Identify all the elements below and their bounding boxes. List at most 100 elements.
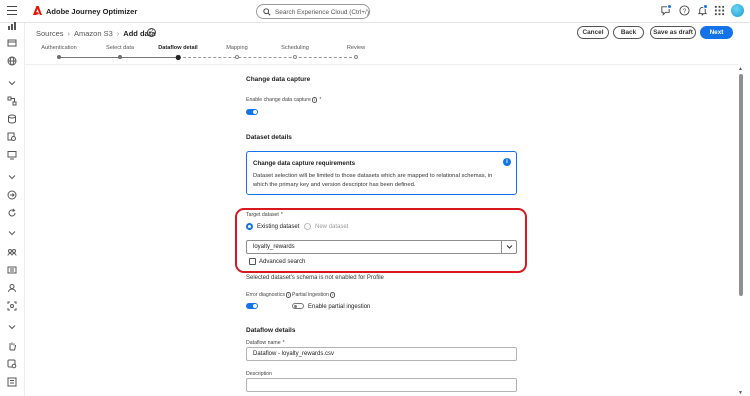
campaigns-icon[interactable] (7, 114, 17, 124)
required-icon: * (280, 212, 283, 218)
search-settings-icon[interactable] (7, 359, 17, 369)
step-dot-select-data (118, 55, 122, 59)
error-diagnostics-label-text: Error diagnostics (246, 292, 285, 299)
step-authentication[interactable]: Authentication (41, 45, 76, 51)
profiles-search-icon[interactable] (7, 132, 17, 142)
breadcrumb-sources[interactable]: Sources (36, 29, 64, 38)
chevron-down-icon[interactable] (7, 172, 17, 182)
save-as-draft-button[interactable]: Save as draft (650, 26, 696, 39)
chevron-down-icon (506, 245, 513, 249)
new-dataset-radio[interactable] (304, 223, 311, 230)
step-review: Review (346, 45, 366, 51)
advanced-search-text: Advanced search (259, 259, 306, 266)
step-dot-dataflow-detail (175, 55, 181, 60)
partial-ingestion-toggle[interactable] (292, 303, 304, 309)
step-scheduling: Scheduling (281, 45, 309, 51)
svg-text:?: ? (683, 8, 687, 15)
dataflow-name-label-text: Dataflow name (246, 340, 281, 346)
chevron-down-icon[interactable] (7, 322, 17, 332)
description-field[interactable] (246, 378, 517, 392)
identities-icon[interactable] (7, 301, 17, 311)
cdc-requirements-info-box: Change data capture requirements Dataset… (246, 151, 517, 195)
dataflow-name-value: Dataflow - loyalty_rewards.csv (253, 351, 335, 357)
schemas-icon[interactable] (7, 265, 17, 275)
journeys-icon[interactable] (7, 96, 17, 106)
cdc-enable-label-text: Enable change data capture (246, 97, 311, 104)
wizard-stepper: Authentication Select data Dataflow deta… (40, 45, 380, 61)
partial-ingestion-label: Partial ingestion i (292, 292, 336, 299)
menu-icon[interactable] (7, 6, 17, 15)
breadcrumb-amazon-s3[interactable]: Amazon S3 (74, 29, 113, 38)
scrollbar-thumb[interactable] (738, 74, 743, 296)
cancel-button[interactable]: Cancel (577, 26, 609, 39)
breadcrumb-separator: › (116, 29, 120, 38)
content-icon[interactable] (7, 38, 17, 48)
advanced-search-icon (249, 258, 256, 265)
app-title[interactable]: Adobe Journey Optimizer (46, 7, 137, 16)
dataset-details-title: Dataset details (246, 134, 292, 141)
info-icon[interactable]: i (285, 292, 292, 298)
chevron-down-icon[interactable] (7, 78, 17, 88)
help-icon[interactable]: ? (679, 5, 690, 16)
scroll-up-icon[interactable]: ▲ (738, 66, 743, 72)
notifications-badge (703, 4, 708, 9)
sources-icon[interactable] (7, 190, 17, 200)
step-mapping: Mapping (226, 45, 248, 51)
info-icon[interactable]: i (329, 292, 336, 298)
dataflow-name-label: Dataflow name * (246, 340, 285, 346)
cdc-enable-toggle[interactable] (246, 109, 258, 115)
top-bar: Adobe Journey Optimizer Search Experienc… (0, 0, 750, 23)
adobe-logo-icon[interactable] (33, 6, 42, 15)
dataset-combobox[interactable]: loyalty_rewards (246, 240, 517, 254)
step-dot-authentication (57, 55, 61, 59)
list-icon[interactable] (7, 377, 17, 387)
user-avatar[interactable] (731, 4, 744, 17)
dashboard-icon[interactable] (7, 21, 17, 31)
back-button[interactable]: Back (613, 26, 644, 39)
target-dataset-label: Target dataset * (246, 212, 283, 218)
audiences-icon[interactable] (7, 247, 17, 257)
info-box-body: Dataset selection will be limited to tho… (253, 173, 493, 188)
hand-icon[interactable] (7, 341, 17, 351)
stepper-remaining-line (178, 56, 357, 58)
monitor-icon[interactable] (7, 150, 17, 160)
next-button[interactable]: Next (700, 26, 733, 39)
info-icon[interactable]: i (311, 97, 318, 103)
info-icon: i (503, 158, 511, 166)
new-dataset-label[interactable]: New dataset (315, 224, 348, 230)
user-icon[interactable] (7, 283, 17, 293)
apps-grid-icon[interactable] (714, 5, 725, 16)
partial-ingestion-toggle-label[interactable]: Enable partial ingestion (308, 304, 370, 310)
step-dot-review (354, 55, 358, 59)
profile-note: Selected dataset's schema is not enabled… (246, 275, 384, 281)
error-diagnostics-toggle[interactable] (246, 303, 258, 309)
search-icon (263, 8, 271, 16)
cdc-section-title: Change data capture (246, 76, 311, 83)
dataset-dropdown-button[interactable] (501, 241, 516, 253)
partial-ingestion-label-text: Partial ingestion (292, 292, 329, 299)
step-dot-scheduling (293, 55, 297, 59)
left-nav-rail (0, 21, 25, 396)
required-icon: * (319, 97, 322, 104)
info-box-title: Change data capture requirements (253, 160, 356, 167)
content-divider (25, 64, 738, 65)
step-dataflow-detail[interactable]: Dataflow detail (158, 45, 197, 51)
existing-dataset-radio[interactable] (246, 223, 253, 230)
step-select-data[interactable]: Select data (106, 45, 134, 51)
search-input[interactable]: Search Experience Cloud (Ctrl+/) (256, 4, 370, 19)
feedback-badge (667, 4, 672, 9)
required-icon: * (282, 340, 285, 346)
help-icon[interactable]: ? (147, 28, 156, 37)
existing-dataset-label[interactable]: Existing dataset (257, 224, 299, 230)
refresh-icon[interactable] (7, 208, 17, 218)
breadcrumb-separator: › (67, 29, 71, 38)
page-scrollbar[interactable]: ▲ ▼ (737, 66, 744, 396)
breadcrumb: Sources › Amazon S3 › Add data (36, 29, 155, 38)
globe-icon[interactable] (7, 56, 17, 66)
description-label: Description (246, 371, 272, 377)
advanced-search-link[interactable]: Advanced search (249, 258, 305, 265)
chevron-down-icon[interactable] (7, 228, 17, 238)
dataflow-name-field[interactable]: Dataflow - loyalty_rewards.csv (246, 347, 517, 361)
search-placeholder: Search Experience Cloud (Ctrl+/) (275, 8, 369, 16)
scroll-down-icon[interactable]: ▼ (738, 390, 743, 396)
